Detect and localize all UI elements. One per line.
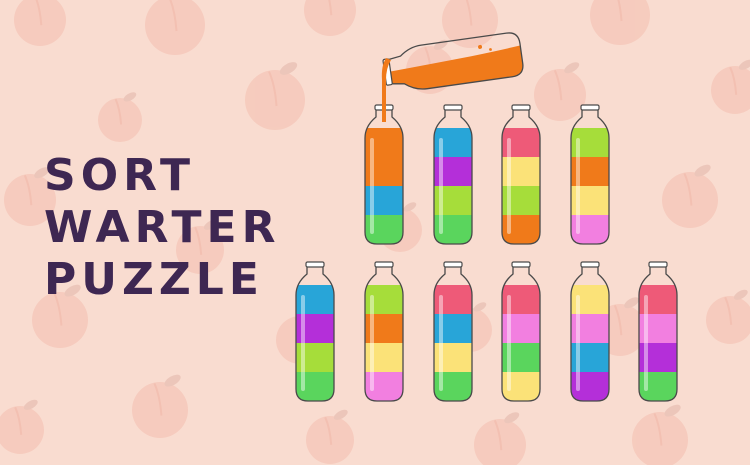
liquid-layer-orange [502, 215, 540, 244]
liquid-layer-pink [571, 314, 609, 344]
game-banner: SORT WARTER PUZZLE [0, 0, 750, 465]
bottle[interactable] [432, 261, 474, 402]
pouring-bottle[interactable] [382, 31, 527, 96]
liquid-layer-purple [639, 343, 677, 373]
bottle[interactable] [569, 261, 611, 402]
liquid-layer-yellow [502, 157, 540, 187]
liquid-layer-blue [434, 128, 472, 158]
liquid-layer-lime [571, 128, 609, 158]
bottle[interactable] [500, 104, 542, 245]
liquid-layer-lime [365, 285, 403, 315]
liquid-layer-lime [296, 343, 334, 373]
liquid-layer-yellow [571, 186, 609, 216]
liquid-layer-green [434, 372, 472, 401]
liquid-layer-purple [434, 157, 472, 187]
liquid-layer-purple [571, 372, 609, 401]
bottle[interactable] [569, 104, 611, 245]
liquid-layer-blue [434, 314, 472, 344]
bottle[interactable] [363, 261, 405, 402]
bottle[interactable] [500, 261, 542, 402]
bottle[interactable] [363, 104, 405, 245]
liquid-layer-orange [365, 157, 403, 187]
liquid-layer-orange [365, 128, 403, 158]
liquid-layer-pink [639, 314, 677, 344]
liquid-layer-blue [571, 343, 609, 373]
liquid-layer-blue [365, 186, 403, 216]
liquid-layer-red [502, 285, 540, 315]
bottle[interactable] [637, 261, 679, 402]
liquid-layer-red [502, 128, 540, 158]
liquid-layer-lime [434, 186, 472, 216]
bottle[interactable] [432, 104, 474, 245]
liquid-layer-pink [571, 215, 609, 244]
bottles-area [294, 31, 679, 402]
liquid-layer-orange [365, 314, 403, 344]
liquid-layer-pink [502, 314, 540, 344]
liquid-layer-blue [296, 285, 334, 315]
liquid-layer-green [434, 215, 472, 244]
liquid-layer-orange [571, 157, 609, 187]
liquid-layer-yellow [571, 285, 609, 315]
pour-liquid [388, 45, 525, 94]
liquid-layer-red [434, 285, 472, 315]
liquid-layer-green [296, 372, 334, 401]
liquid-layer-red [639, 285, 677, 315]
liquid-layer-pink [365, 372, 403, 401]
liquid-layer-yellow [365, 343, 403, 373]
liquid-layer-green [365, 215, 403, 244]
liquid-layer-green [639, 372, 677, 401]
bottle[interactable] [294, 261, 336, 402]
liquid-layer-yellow [502, 372, 540, 401]
liquid-layer-green [502, 343, 540, 373]
liquid-layer-lime [502, 186, 540, 216]
liquid-layer-yellow [434, 343, 472, 373]
liquid-layer-purple [296, 314, 334, 344]
